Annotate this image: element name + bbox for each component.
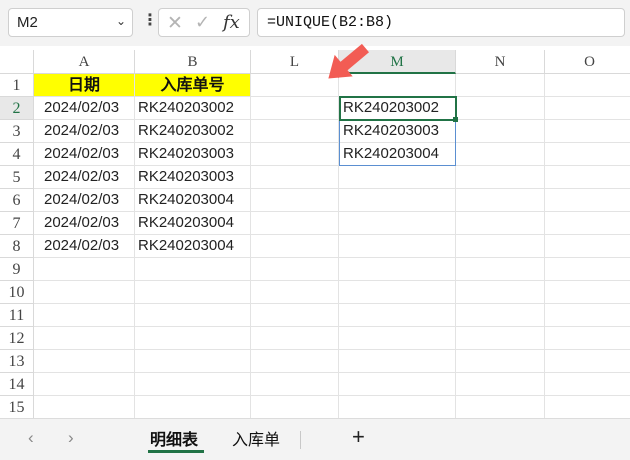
tab-rukudan[interactable]: 入库单 — [232, 426, 280, 452]
sheet-tab-bar: ‹ › 明细表 入库单 + — [0, 418, 630, 460]
tab-divider — [300, 431, 301, 449]
next-sheet-icon[interactable]: › — [68, 428, 74, 448]
add-sheet-button[interactable]: + — [352, 424, 365, 450]
red-arrow-annotation — [328, 43, 370, 79]
active-tab-indicator — [148, 450, 204, 453]
prev-sheet-icon[interactable]: ‹ — [28, 428, 34, 448]
tab-mingxibiao[interactable]: 明细表 — [150, 426, 198, 452]
